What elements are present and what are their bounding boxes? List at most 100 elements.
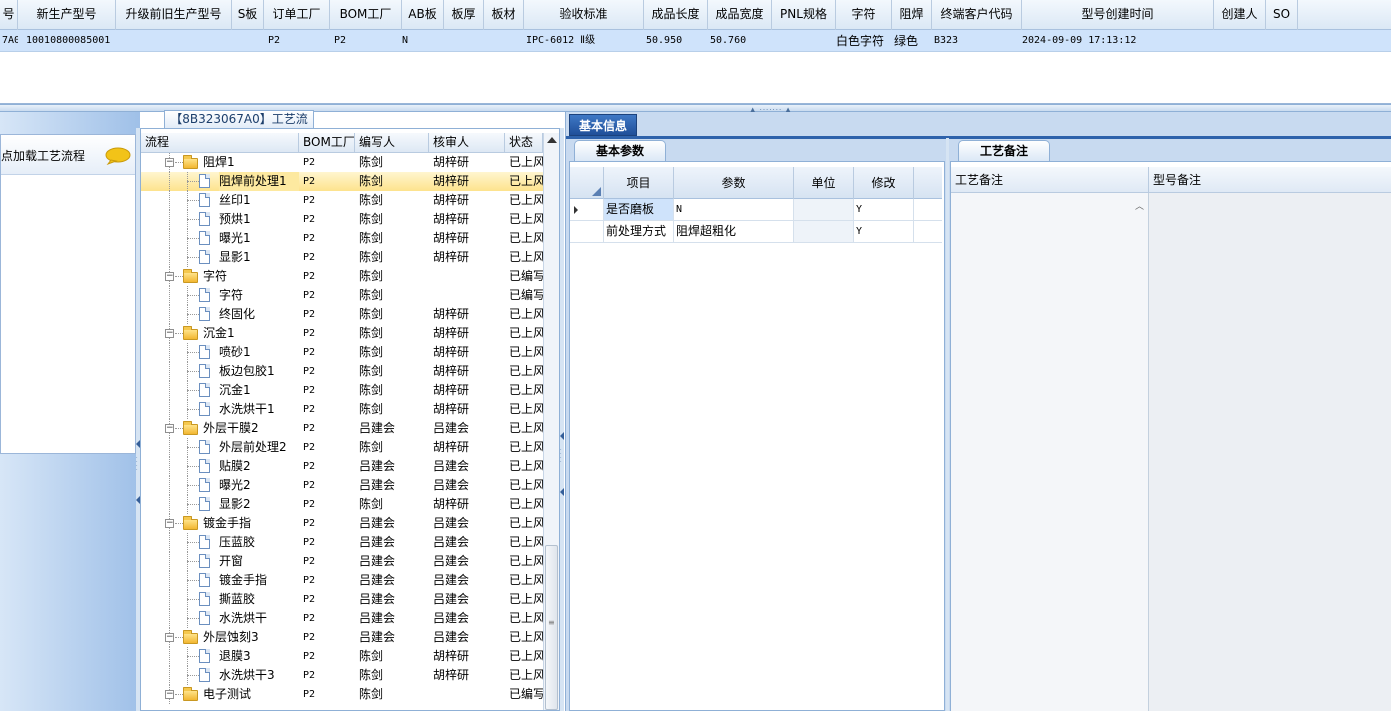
tree-line [169, 191, 170, 210]
col-header-pnl[interactable]: PNL规格 [772, 0, 836, 30]
tree-status-cell: 已上风 [509, 649, 543, 663]
tree-col-status[interactable]: 状态 [505, 133, 543, 153]
collapse-icon[interactable]: − [165, 633, 174, 642]
col-header-bom-factory[interactable]: BOM工厂 [330, 0, 402, 30]
tree-step-row[interactable]: 水洗烘干 P2 吕建会 吕建会 已上风 [141, 609, 543, 628]
tree-group-row[interactable]: − 外层干膜2 P2 吕建会 吕建会 已上风 [141, 419, 543, 438]
params-item-cell[interactable]: 是否磨板 [604, 199, 674, 220]
tree-step-row[interactable]: 字符 P2 陈剑 已编写 [141, 286, 543, 305]
col-header-thickness[interactable]: 板厚 [444, 0, 484, 30]
col-header-no[interactable]: 号 [0, 0, 18, 30]
collapse-icon[interactable]: − [165, 329, 174, 338]
tree-reviewer-cell: 胡梓研 [433, 668, 470, 682]
col-header-new-model[interactable]: 新生产型号 [18, 0, 116, 30]
tree-group-row[interactable]: − 镀金手指 P2 吕建会 吕建会 已上风 [141, 514, 543, 533]
tree-step-row[interactable]: 曝光2 P2 吕建会 吕建会 已上风 [141, 476, 543, 495]
tab-basic-info[interactable]: 基本信息 [569, 114, 637, 136]
params-col-param[interactable]: 参数 [674, 167, 794, 199]
collapse-middle-icon[interactable] [560, 432, 564, 440]
tree-writer-cell: 陈剑 [359, 174, 384, 188]
tree-step-row[interactable]: 镀金手指 P2 吕建会 吕建会 已上风 [141, 571, 543, 590]
params-col-modify[interactable]: 修改 [854, 167, 914, 199]
col-header-old-model[interactable]: 升级前旧生产型号 [116, 0, 232, 30]
tree-step-row[interactable]: 水洗烘干1 P2 陈剑 胡梓研 已上风 [141, 400, 543, 419]
params-param-cell[interactable]: N [674, 199, 794, 220]
params-col-unit[interactable]: 单位 [794, 167, 854, 199]
tree-reviewer-cell: 胡梓研 [433, 212, 470, 226]
tree-step-row[interactable]: 贴膜2 P2 吕建会 吕建会 已上风 [141, 457, 543, 476]
tree-step-row[interactable]: 阻焊前处理1 P2 陈剑 胡梓研 已上风 [141, 172, 543, 191]
params-item-cell[interactable]: 前处理方式 [604, 221, 674, 242]
params-param-cell[interactable]: 阻焊超粗化 [674, 221, 794, 242]
scroll-up-icon[interactable] [547, 137, 557, 143]
scroll-up-icon[interactable]: ︿ [1135, 199, 1144, 212]
tree-group-row[interactable]: − 外层蚀刻3 P2 吕建会 吕建会 已上风 [141, 628, 543, 647]
tree-step-row[interactable]: 预烘1 P2 陈剑 胡梓研 已上风 [141, 210, 543, 229]
tree-group-row[interactable]: − 阻焊1 P2 陈剑 胡梓研 已上风 [141, 153, 543, 172]
tree-step-row[interactable]: 显影2 P2 陈剑 胡梓研 已上风 [141, 495, 543, 514]
params-unit-cell[interactable] [794, 199, 854, 220]
notes-col-process[interactable]: 工艺备注 [951, 167, 1149, 193]
collapse-icon[interactable]: − [165, 272, 174, 281]
tree-step-row[interactable]: 水洗烘干3 P2 陈剑 胡梓研 已上风 [141, 666, 543, 685]
col-header-created[interactable]: 型号创建时间 [1022, 0, 1214, 30]
tree-step-row[interactable]: 丝印1 P2 陈剑 胡梓研 已上风 [141, 191, 543, 210]
process-flow-tab[interactable]: 【8B323067A0】工艺流程 [164, 110, 314, 142]
col-header-material[interactable]: 板材 [484, 0, 524, 30]
tree-step-row[interactable]: 显影1 P2 陈剑 胡梓研 已上风 [141, 248, 543, 267]
collapse-icon[interactable]: − [165, 690, 174, 699]
scroll-thumb[interactable]: ≡ [545, 545, 558, 710]
col-header-legend[interactable]: 字符 [836, 0, 892, 30]
tree-step-row[interactable]: 退膜3 P2 陈剑 胡梓研 已上风 [141, 647, 543, 666]
tree-col-reviewer[interactable]: 核审人 [429, 133, 505, 153]
tab-process-notes[interactable]: 工艺备注 [958, 140, 1050, 161]
col-header-mask[interactable]: 阻焊 [892, 0, 932, 30]
tree-scrollbar[interactable]: ≡ [543, 133, 559, 710]
tree-group-row[interactable]: − 电子测试 P2 陈剑 已编写 [141, 685, 543, 704]
notes-col-model[interactable]: 型号备注 [1149, 167, 1391, 193]
col-header-standard[interactable]: 验收标准 [524, 0, 644, 30]
col-header-creator[interactable]: 创建人 [1214, 0, 1266, 30]
tree-step-row[interactable]: 沉金1 P2 陈剑 胡梓研 已上风 [141, 381, 543, 400]
tree-step-row[interactable]: 外层前处理2 P2 陈剑 胡梓研 已上风 [141, 438, 543, 457]
model-grid-row[interactable]: 7A0 10010800085001 P2 P2 N IPC-6012 Ⅱ级 5… [0, 30, 1391, 52]
notes-splitter[interactable] [946, 138, 949, 711]
tree-step-row[interactable]: 撕蓝胶 P2 吕建会 吕建会 已上风 [141, 590, 543, 609]
params-modify-cell[interactable]: Y [854, 199, 914, 220]
col-header-so[interactable]: SO [1266, 0, 1298, 30]
tree-writer-cell: 陈剑 [359, 250, 384, 264]
collapse-icon[interactable]: − [165, 158, 174, 167]
collapse-middle-icon-2[interactable] [560, 488, 564, 496]
tree-col-bom[interactable]: BOM工厂 [299, 133, 355, 153]
col-header-length[interactable]: 成品长度 [644, 0, 708, 30]
col-header-ab-board[interactable]: AB板 [402, 0, 444, 30]
tree-step-row[interactable]: 终固化 P2 陈剑 胡梓研 已上风 [141, 305, 543, 324]
params-row[interactable]: 是否磨板 N Y [570, 199, 942, 221]
collapse-icon[interactable]: − [165, 519, 174, 528]
params-col-item[interactable]: 项目 [604, 167, 674, 199]
middle-splitter[interactable]: · · · · [560, 128, 564, 711]
params-modify-cell[interactable]: Y [854, 221, 914, 242]
tree-step-row[interactable]: 开窗 P2 吕建会 吕建会 已上风 [141, 552, 543, 571]
tree-group-row[interactable]: − 沉金1 P2 陈剑 胡梓研 已上风 [141, 324, 543, 343]
tree-step-row[interactable]: 喷砂1 P2 陈剑 胡梓研 已上风 [141, 343, 543, 362]
col-header-customer-code[interactable]: 终端客户代码 [932, 0, 1022, 30]
load-process-header[interactable]: 点加载工艺流程 [1, 135, 135, 175]
params-row[interactable]: 前处理方式 阻焊超粗化 Y [570, 221, 942, 243]
tree-step-row[interactable]: 曝光1 P2 陈剑 胡梓研 已上风 [141, 229, 543, 248]
col-header-order-factory[interactable]: 订单工厂 [264, 0, 330, 30]
collapse-icon[interactable]: − [165, 424, 174, 433]
speech-bubble-icon[interactable] [105, 147, 131, 165]
params-unit-cell[interactable] [794, 221, 854, 242]
tree-bom-cell: P2 [303, 632, 316, 643]
tree-step-row[interactable]: 压蓝胶 P2 吕建会 吕建会 已上风 [141, 533, 543, 552]
model-notes-textarea[interactable] [1149, 193, 1391, 711]
col-header-s-board[interactable]: S板 [232, 0, 264, 30]
tree-col-flow[interactable]: 流程 [141, 133, 299, 153]
tree-col-writer[interactable]: 编写人 [355, 133, 429, 153]
tab-basic-params[interactable]: 基本参数 [574, 140, 666, 161]
col-header-width[interactable]: 成品宽度 [708, 0, 772, 30]
process-notes-textarea[interactable]: ︿ [951, 193, 1149, 711]
tree-step-row[interactable]: 板边包胶1 P2 陈剑 胡梓研 已上风 [141, 362, 543, 381]
tree-group-row[interactable]: − 字符 P2 陈剑 已编写 [141, 267, 543, 286]
